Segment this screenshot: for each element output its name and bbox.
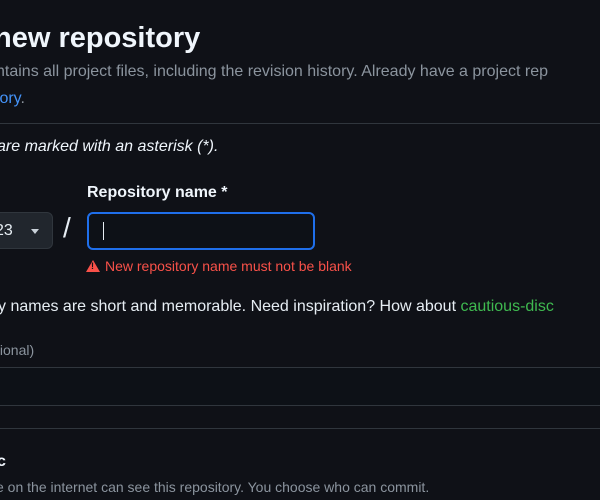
- help-text: y names are short and memorable. Need in…: [0, 298, 461, 315]
- repository-name-input[interactable]: [87, 212, 315, 250]
- required-fields-note: are marked with an asterisk (*).: [0, 138, 219, 155]
- description-input[interactable]: [0, 367, 600, 406]
- visibility-public-description: e on the internet can see this repositor…: [0, 479, 430, 495]
- visibility-public-label[interactable]: c: [0, 453, 6, 471]
- owner-select[interactable]: 23: [0, 212, 53, 249]
- import-link-suffix: .: [20, 90, 25, 107]
- owner-name-separator: /: [63, 212, 71, 243]
- name-error-message: New repository name must not be blank: [86, 258, 352, 274]
- header-divider: [0, 123, 600, 124]
- page-subtitle: ntains all project files, including the …: [0, 63, 548, 80]
- import-repository-link-line: tory.: [0, 90, 25, 108]
- text-cursor: [103, 222, 104, 240]
- name-help-text: y names are short and memorable. Need in…: [0, 298, 554, 316]
- page-title: new repository: [0, 22, 201, 54]
- section-divider: [0, 428, 600, 429]
- owner-value: 23: [0, 222, 13, 239]
- description-label: tional): [0, 342, 35, 358]
- repository-name-label: Repository name *: [87, 184, 228, 201]
- chevron-down-icon: [31, 229, 39, 234]
- import-repository-link[interactable]: tory: [0, 90, 20, 107]
- error-text: New repository name must not be blank: [105, 258, 352, 274]
- name-suggestion[interactable]: cautious-disc: [460, 298, 553, 315]
- alert-icon: [86, 260, 100, 272]
